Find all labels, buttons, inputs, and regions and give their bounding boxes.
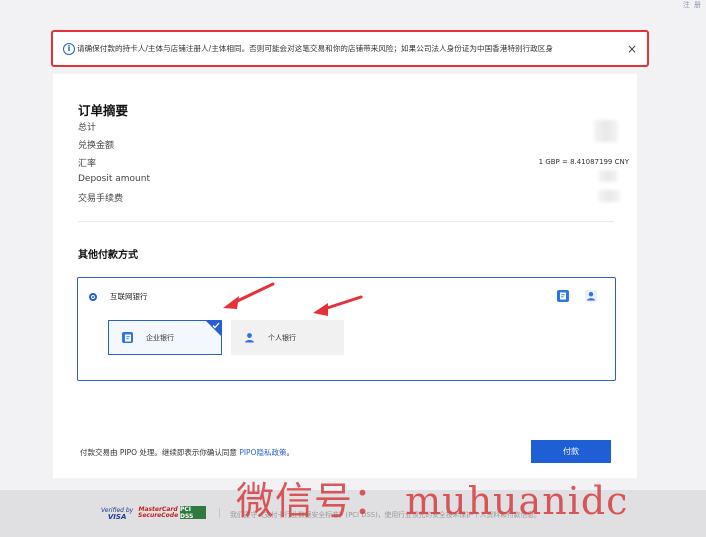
- corporate-bank-icon: [122, 332, 133, 343]
- redacted-deposit: [598, 170, 618, 182]
- pipo-link[interactable]: PIPO: [239, 448, 256, 457]
- redacted-total: [594, 120, 618, 142]
- summary-total-label: 总计: [78, 123, 97, 133]
- corporate-bank-label: 企业银行: [146, 333, 174, 342]
- verified-by-visa-logo: Verified by VISA: [101, 508, 133, 521]
- personal-bank-label: 个人银行: [268, 333, 296, 342]
- risk-notice: i 请确保付款的持卡人/主体与店铺注册人/主体相同。否则可能会对这笔交易和你的店…: [51, 30, 649, 67]
- notice-text: 请确保付款的持卡人/主体与店铺注册人/主体相同。否则可能会对这笔交易和你的店铺带…: [77, 44, 553, 53]
- exchange-rate-value: 1 GBP = 8.41087199 CNY: [538, 158, 629, 166]
- arrow-annotation-icon: [223, 282, 275, 309]
- redacted-fee: [598, 190, 620, 202]
- online-banking-method[interactable]: 互联网银行 企业银行 个人银行: [77, 277, 616, 381]
- payment-card: 订单摘要 总计 兑换金额 汇率 Deposit amount 交易手续费 1 G…: [53, 74, 637, 478]
- watermark: 微信号： muhuanidc: [236, 479, 629, 523]
- personal-bank-option[interactable]: 个人银行: [231, 320, 344, 355]
- arrow-annotation-icon: [313, 295, 363, 316]
- summary-rate-label: 汇率: [78, 159, 97, 169]
- summary-converted-label: 兑换金额: [78, 141, 115, 151]
- terms-prefix: 付款交易由 PIPO 处理。继续即表示你确认同意: [80, 448, 240, 457]
- summary-fee-label: 交易手续费: [78, 194, 124, 204]
- corporate-bank-option[interactable]: 企业银行: [108, 320, 222, 355]
- person-icon: [244, 332, 255, 343]
- summary-title: 订单摘要: [78, 103, 129, 118]
- privacy-policy-link[interactable]: 隐私政策: [256, 448, 286, 457]
- radio-selected[interactable]: [89, 293, 97, 301]
- other-methods-title: 其他付款方式: [78, 250, 138, 261]
- info-icon: i: [63, 42, 75, 55]
- pipo-terms-text: 付款交易由 PIPO 处理。继续即表示你确认同意 PIPO隐私政策。: [80, 447, 294, 458]
- mastercard-securecode-logo: MasterCard SecureCode: [138, 507, 178, 519]
- summary-deposit-label: Deposit amount: [78, 174, 150, 184]
- separator: [219, 508, 220, 518]
- pay-button[interactable]: 付款: [531, 440, 611, 463]
- online-banking-label: 互联网银行: [110, 292, 148, 301]
- divider: [78, 221, 614, 222]
- visa-bottom-text: VISA: [107, 513, 127, 521]
- close-icon[interactable]: ×: [627, 42, 637, 56]
- mc-bottom-text: SecureCode: [138, 512, 179, 519]
- terms-suffix: 。: [286, 448, 294, 457]
- top-right-text[interactable]: 注 册: [683, 0, 702, 10]
- check-icon: [206, 321, 221, 336]
- corporate-bank-icon: [557, 290, 569, 302]
- person-icon: [585, 290, 597, 302]
- pci-dss-logo: PCI DSS: [180, 506, 206, 520]
